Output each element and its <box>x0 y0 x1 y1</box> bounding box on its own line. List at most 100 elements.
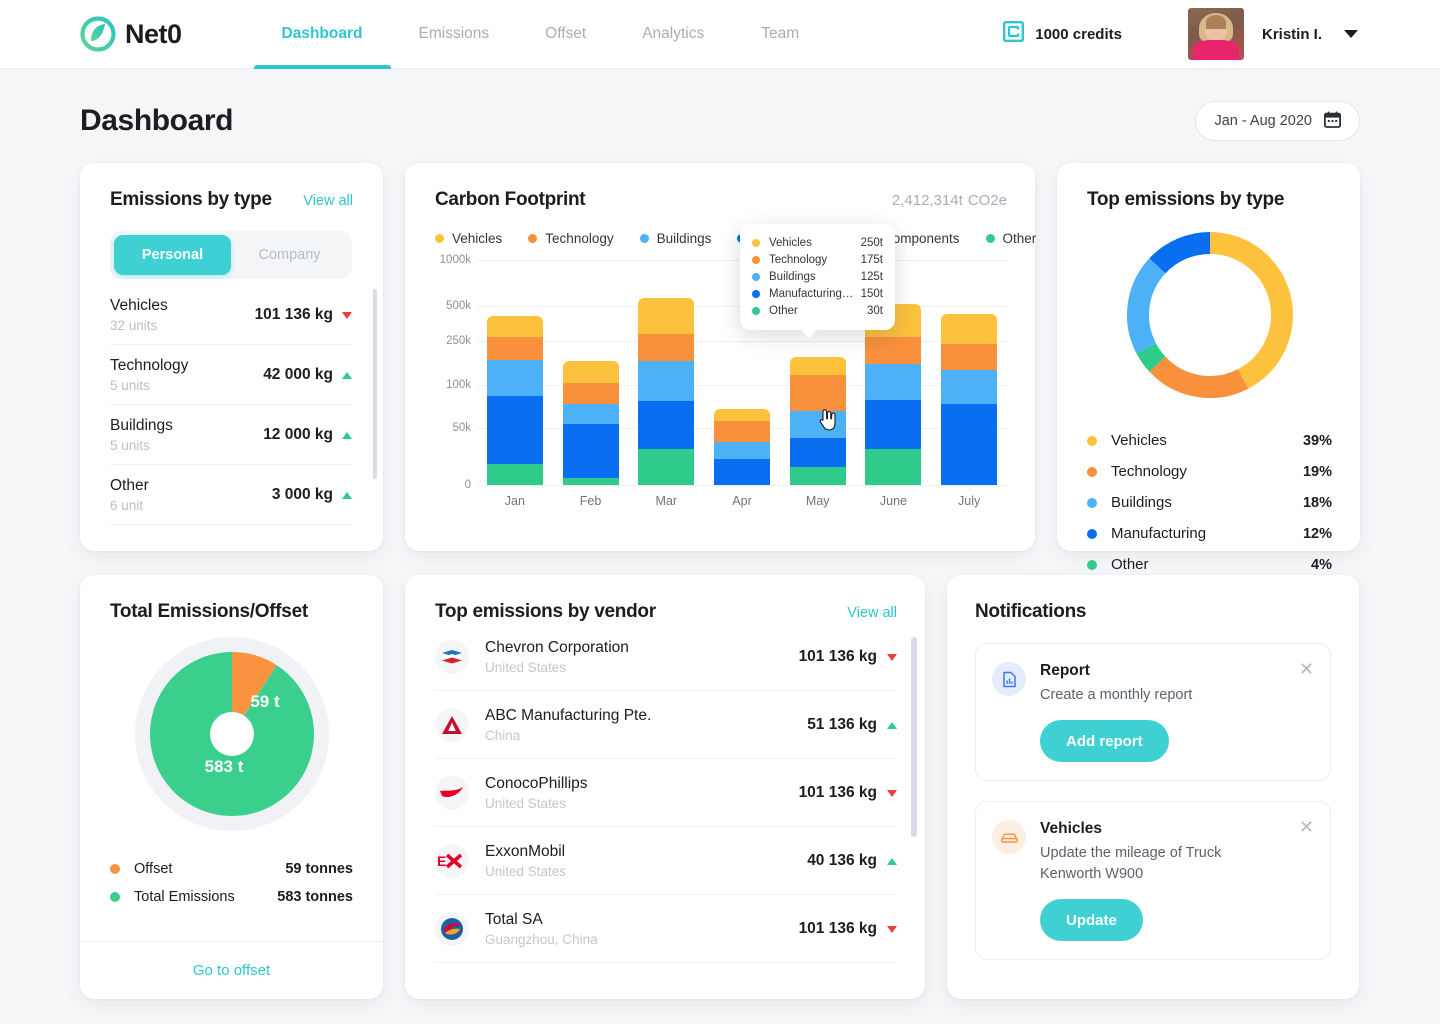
y-axis: 0 50k 100k 250k 500k 1000k <box>435 254 475 491</box>
bar-segment-vehicles[interactable] <box>562 361 619 383</box>
legend-label: Other <box>1002 231 1037 246</box>
donut-segment-vehicles[interactable] <box>1209 232 1293 389</box>
bar-segment-manufacturing[interactable] <box>714 459 771 485</box>
bar-segment-buildings[interactable] <box>486 360 543 397</box>
bar-segment-technology[interactable] <box>638 334 695 362</box>
table-row[interactable]: ABC Manufacturing Pte. China 51 136 kg <box>435 691 897 759</box>
bar-segment-manufacturing[interactable] <box>486 396 543 464</box>
update-button[interactable]: Update <box>1040 899 1143 942</box>
nav-item-team[interactable]: Team <box>732 0 828 69</box>
bar-segment-vehicles[interactable] <box>714 408 771 421</box>
nav-item-analytics[interactable]: Analytics <box>614 0 732 69</box>
tooltip-row: Manufacturing… 150t <box>752 285 883 302</box>
scrollbar-thumb[interactable] <box>373 289 377 479</box>
stacked-bar[interactable] <box>486 316 543 485</box>
bar-group[interactable] <box>477 260 553 485</box>
bar-segment-other[interactable] <box>486 463 543 485</box>
bar-segment-manufacturing[interactable] <box>562 424 619 479</box>
list-item[interactable]: Vehicles 32 units 101 136 kg <box>110 285 352 345</box>
add-report-button[interactable]: Add report <box>1040 720 1169 763</box>
table-row[interactable]: Total SA Guangzhou, China 101 136 kg <box>435 895 897 963</box>
bar-segment-other[interactable] <box>789 467 846 485</box>
table-row[interactable]: Chevron Corporation United States 101 13… <box>435 623 897 691</box>
bar-segment-buildings[interactable] <box>562 404 619 425</box>
legend-item-buildings[interactable]: Buildings <box>639 231 711 246</box>
bar-segment-manufacturing[interactable] <box>789 437 846 467</box>
x-axis-tick: Apr <box>732 494 752 508</box>
bar-segment-buildings[interactable] <box>865 363 922 400</box>
total-logo-icon <box>435 912 469 946</box>
bar-segment-technology[interactable] <box>486 336 543 361</box>
bar-segment-vehicles[interactable] <box>638 298 695 335</box>
scrollbar-thumb[interactable] <box>911 637 917 837</box>
nav-item-dashboard[interactable]: Dashboard <box>253 0 391 69</box>
vendor-value: 51 136 kg <box>807 716 877 733</box>
list-item[interactable]: Technology 5 units 42 000 kg <box>110 345 352 405</box>
bar-segment-buildings[interactable] <box>941 370 998 404</box>
bar-segment-technology[interactable] <box>789 374 846 411</box>
legend-item-vehicles[interactable]: Vehicles <box>435 231 502 246</box>
bar-group[interactable] <box>553 260 629 485</box>
bar-group[interactable] <box>628 260 704 485</box>
stacked-bar[interactable] <box>638 298 695 485</box>
emission-type-units: 32 units <box>110 318 158 333</box>
stacked-bar[interactable] <box>865 303 922 485</box>
bar-segment-technology[interactable] <box>941 344 998 371</box>
emissions-view-all-link[interactable]: View all <box>303 193 353 209</box>
bar-group[interactable] <box>931 260 1007 485</box>
list-item[interactable]: Buildings 5 units 12 000 kg <box>110 405 352 465</box>
tab-company[interactable]: Company <box>231 235 348 275</box>
date-range-picker[interactable]: Jan - Aug 2020 <box>1195 101 1360 141</box>
vendor-view-all-link[interactable]: View all <box>847 605 897 621</box>
legend-item-other[interactable]: Other <box>985 231 1037 246</box>
offset-pie-svg: 59 t 583 t <box>134 637 329 831</box>
avatar[interactable] <box>1187 8 1244 60</box>
stacked-bar[interactable] <box>562 361 619 485</box>
stacked-bar[interactable] <box>714 408 771 485</box>
vendor-value: 101 136 kg <box>798 784 877 801</box>
bar-segment-other[interactable] <box>562 478 619 485</box>
emission-type-value-group: 3 000 kg <box>272 486 352 504</box>
credits-indicator[interactable]: 1000 credits <box>1003 21 1122 47</box>
tooltip-dot-other <box>752 306 760 315</box>
donut-segment-other[interactable] <box>1135 342 1166 372</box>
exxon-logo-icon: E <box>435 844 469 878</box>
list-item[interactable]: Other 6 unit 3 000 kg <box>110 465 352 525</box>
bar-segment-buildings[interactable] <box>714 442 771 460</box>
bar-segment-vehicles[interactable] <box>789 356 846 375</box>
close-icon[interactable]: ✕ <box>1299 818 1314 836</box>
bar-segment-manufacturing[interactable] <box>865 399 922 449</box>
legend-label: Other <box>1111 556 1149 573</box>
close-icon[interactable]: ✕ <box>1299 660 1314 678</box>
legend-percent: 4% <box>1311 556 1332 573</box>
donut-segment-buildings[interactable] <box>1126 258 1166 354</box>
bar-segment-buildings[interactable] <box>638 361 695 401</box>
stacked-bar[interactable] <box>941 314 998 485</box>
bar-segment-manufacturing[interactable] <box>638 400 695 449</box>
calendar-icon <box>1323 111 1341 132</box>
table-row[interactable]: ConocoPhillips United States 101 136 kg <box>435 759 897 827</box>
bar-segment-other[interactable] <box>865 449 922 485</box>
vendor-name: ConocoPhillips <box>485 775 588 792</box>
table-row[interactable]: E ExxonMobil United States 40 136 kg <box>435 827 897 895</box>
nav-item-offset[interactable]: Offset <box>517 0 614 69</box>
bar-segment-manufacturing[interactable] <box>941 404 998 485</box>
nav-item-emissions[interactable]: Emissions <box>391 0 518 69</box>
bar-segment-technology[interactable] <box>714 420 771 443</box>
bar-segment-technology[interactable] <box>865 336 922 364</box>
donut-segment-technology[interactable] <box>1148 356 1248 398</box>
tab-personal[interactable]: Personal <box>114 235 231 275</box>
go-to-offset-link[interactable]: Go to offset <box>80 941 383 999</box>
tooltip-value: 250t <box>860 236 883 249</box>
legend-item-technology[interactable]: Technology <box>528 231 614 246</box>
bar-segment-technology[interactable] <box>562 382 619 404</box>
bar-segment-other[interactable] <box>638 449 695 485</box>
bar-segment-vehicles[interactable] <box>941 314 998 345</box>
donut-segment-manufacturing[interactable] <box>1148 232 1210 274</box>
bar-segment-vehicles[interactable] <box>486 316 543 337</box>
emission-type-value: 42 000 kg <box>263 366 333 383</box>
vendor-name: ABC Manufacturing Pte. <box>485 707 652 724</box>
tooltip-label: Technology <box>769 253 828 266</box>
brand-logo[interactable]: Net0 <box>80 16 182 52</box>
chevron-down-icon[interactable] <box>1344 30 1358 38</box>
